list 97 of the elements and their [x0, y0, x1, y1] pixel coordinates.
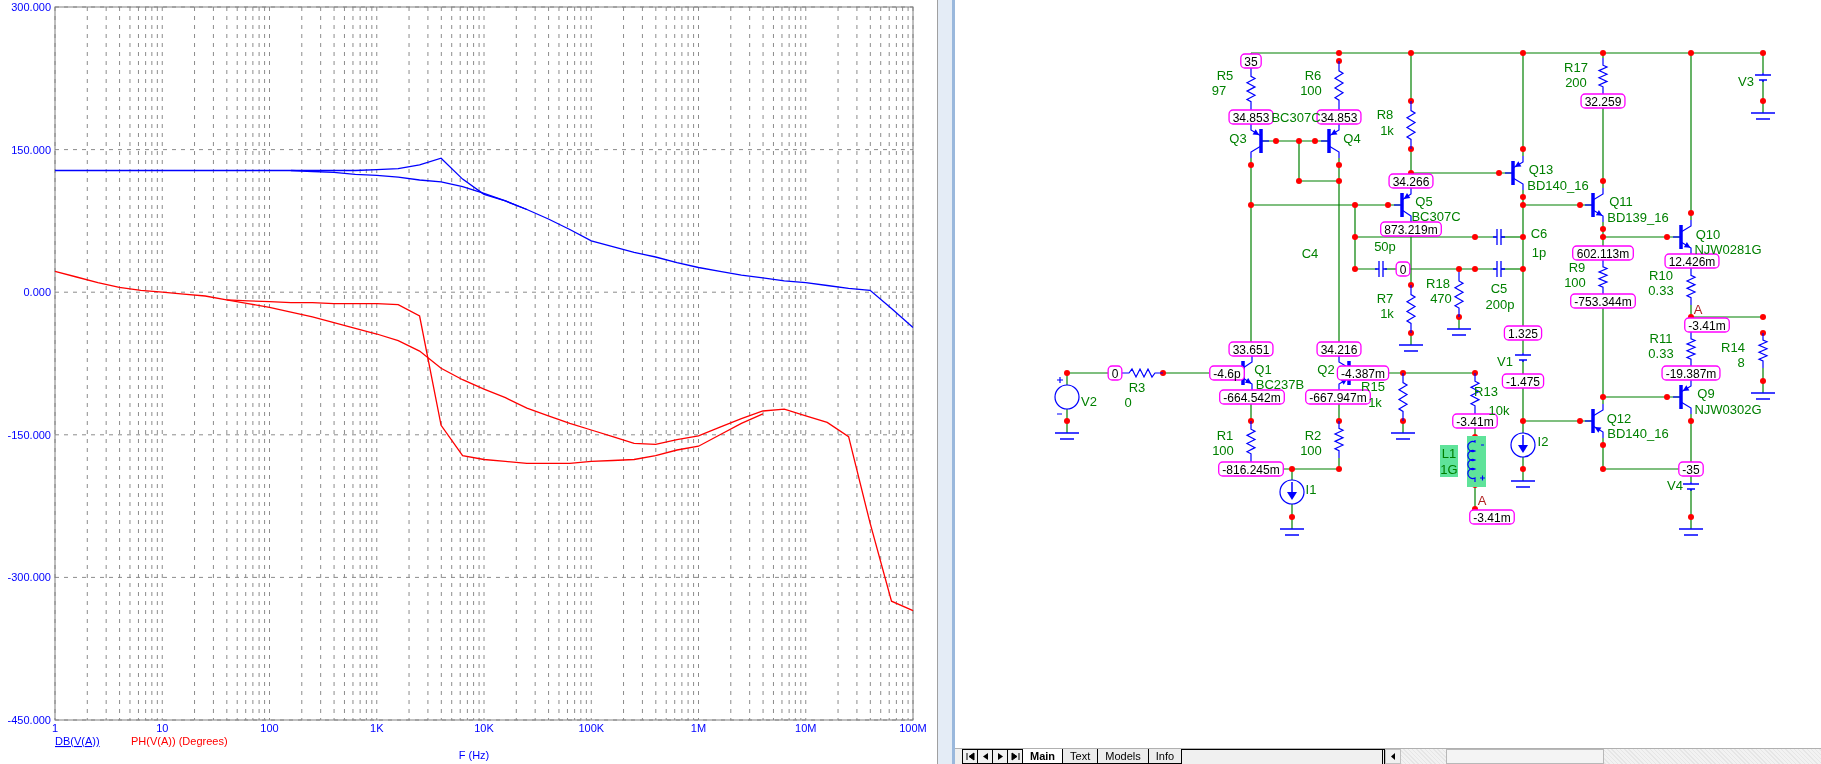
voltage-tag: -753.344m	[1570, 293, 1636, 309]
voltage-tag: -3.41m	[1684, 317, 1730, 333]
x-tick-label: 1M	[690, 722, 707, 734]
voltage-tag: -1.475	[1501, 373, 1545, 389]
voltage-tag: 35	[1240, 53, 1262, 69]
component-label: 100	[1212, 442, 1234, 458]
voltage-tag: -19.387m	[1661, 365, 1721, 381]
component-label: V3	[1738, 73, 1754, 89]
component-label: 0.33	[1648, 282, 1674, 298]
component-label: 97	[1211, 82, 1227, 98]
component-label: BC307C	[1411, 208, 1461, 224]
component-label: 100	[1564, 274, 1586, 290]
component-label: 50p	[1374, 238, 1396, 254]
node-label: A	[1693, 301, 1703, 317]
x-tick-label: 100M	[899, 722, 927, 734]
y-tick-label: -450.000	[7, 714, 51, 726]
y-tick-label: 150.000	[11, 143, 51, 156]
x-tick-label: 1K	[370, 722, 384, 734]
voltage-tag: -4.6p	[1209, 365, 1245, 381]
component-label: Q1	[1254, 361, 1272, 377]
y-tick-label: 0.000	[23, 286, 51, 299]
component-label: V1	[1497, 353, 1513, 369]
component-label: Q5	[1415, 193, 1433, 209]
component-label: 1k	[1368, 394, 1382, 410]
component-label: 470	[1430, 290, 1452, 306]
component-label: R18	[1426, 275, 1450, 291]
voltage-tag: 34.266	[1388, 173, 1434, 189]
component-label: 200	[1565, 74, 1587, 90]
component-label: Q3	[1229, 130, 1247, 146]
voltage-tag: 34.216	[1316, 341, 1362, 357]
component-label: R2	[1304, 427, 1322, 443]
x-axis-title: F (Hz)	[458, 749, 490, 761]
voltage-tag: 873.219m	[1380, 221, 1442, 237]
component-label: 0	[1124, 394, 1132, 410]
component-label: R3	[1128, 379, 1146, 395]
voltage-tag: -664.542m	[1219, 389, 1285, 405]
component-label: 200p	[1485, 296, 1515, 312]
y-tick-label: -150.000	[7, 428, 51, 441]
component-label: Q12	[1606, 410, 1632, 426]
component-label: 1G	[1440, 461, 1458, 477]
component-label: 8	[1737, 354, 1745, 370]
component-label: BD139_16	[1607, 209, 1669, 225]
voltage-tag: 32.259	[1580, 93, 1626, 109]
component-label: R9	[1568, 259, 1586, 275]
voltage-tag: 33.651	[1228, 341, 1274, 357]
component-label: C4	[1301, 245, 1319, 261]
component-label: R11	[1649, 330, 1673, 346]
component-label: Q2	[1317, 361, 1335, 377]
component-label: 0.33	[1648, 345, 1674, 361]
x-tick-label: 1	[51, 722, 59, 734]
x-tick-label: 10	[156, 722, 169, 734]
component-label: C5	[1490, 280, 1508, 296]
component-label: C6	[1530, 225, 1548, 241]
component-label: Q13	[1528, 161, 1554, 177]
voltage-tag: 602.113m	[1572, 245, 1634, 261]
y-tick-label: 300.000	[11, 1, 51, 13]
voltage-tag: -816.245m	[1218, 461, 1284, 477]
component-label: BD140_16	[1527, 177, 1589, 193]
voltage-tag: -4.387m	[1336, 365, 1390, 381]
voltage-tag: 1.325	[1503, 325, 1543, 341]
x-tick-label: 100	[260, 722, 279, 734]
component-label: Q9	[1697, 385, 1715, 401]
component-label: R8	[1376, 106, 1394, 122]
voltage-tag: 0	[1107, 365, 1123, 381]
component-label: L1	[1440, 445, 1458, 461]
component-label: R13	[1474, 383, 1498, 399]
voltage-tag: -35	[1678, 461, 1704, 477]
node-label: A	[1477, 492, 1487, 508]
voltage-tag: 12.426m	[1664, 253, 1720, 269]
component-label: R7	[1376, 290, 1394, 306]
component-label: Q4	[1343, 130, 1361, 146]
component-label: R17	[1564, 59, 1588, 75]
component-label: NJW0302G	[1694, 401, 1762, 417]
y-tick-label: -300.000	[7, 571, 51, 584]
x-tick-label: 10M	[795, 722, 817, 734]
component-label: V4	[1667, 477, 1683, 493]
component-label: 1k	[1380, 122, 1394, 138]
component-label: Q11	[1609, 193, 1633, 209]
x-tick-label: 100K	[578, 722, 605, 734]
component-label: 1k	[1380, 305, 1394, 321]
component-label: I1	[1305, 481, 1317, 497]
component-label: 100	[1300, 442, 1322, 458]
component-label: 1p	[1531, 244, 1547, 260]
component-label: R5	[1216, 67, 1234, 83]
x-tick-label: 10K	[474, 722, 494, 734]
component-label: R1	[1216, 427, 1234, 443]
component-label: BC237B	[1255, 376, 1305, 392]
component-label: 100	[1300, 82, 1322, 98]
component-label: R6	[1304, 67, 1322, 83]
component-label: V2	[1081, 393, 1097, 409]
component-label: Q10	[1695, 226, 1721, 242]
component-label: BD140_16	[1607, 425, 1669, 441]
voltage-tag: -3.41m	[1469, 509, 1515, 525]
component-label: R14	[1721, 339, 1745, 355]
component-label: R10	[1649, 267, 1673, 283]
component-label: I2	[1537, 433, 1549, 449]
voltage-tag: 0	[1395, 261, 1411, 277]
